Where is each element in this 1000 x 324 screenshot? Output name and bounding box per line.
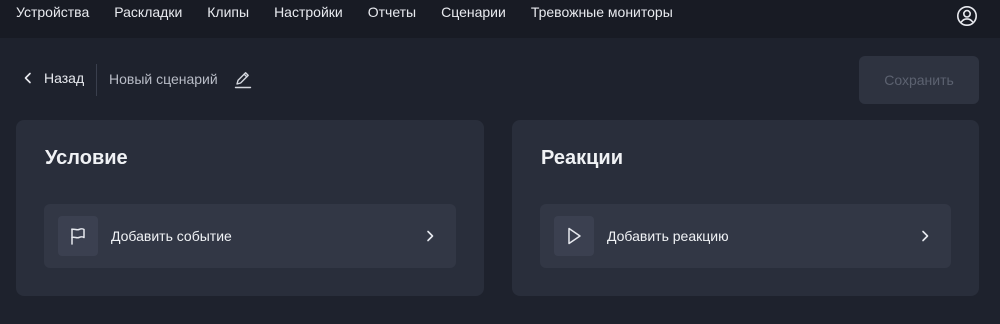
flag-icon [71,228,85,245]
back-button[interactable]: Назад [22,70,84,86]
condition-card: Условие Добавить событие [16,120,484,296]
add-reaction-label: Добавить реакцию [607,228,729,244]
nav-item-scenarios[interactable]: Сценарии [441,3,506,21]
flag-icon-box [58,216,98,256]
play-icon [568,227,581,245]
reactions-title: Реакции [541,147,623,169]
add-event-label: Добавить событие [111,228,232,244]
nav-item-alarm-monitors[interactable]: Тревожные мониторы [531,3,673,21]
nav-item-devices[interactable]: Устройства [16,3,89,21]
scenario-name: Новый сценарий [109,71,218,87]
top-navigation: Устройства Раскладки Клипы Настройки Отч… [0,0,1000,38]
nav-item-reports[interactable]: Отчеты [368,3,416,21]
toolbar-divider [96,64,97,96]
chevron-left-icon [24,72,31,84]
play-icon-box [554,216,594,256]
pencil-icon[interactable] [234,71,252,89]
chevron-right-icon [427,230,434,242]
chevron-right-icon [922,230,929,242]
user-circle-icon[interactable] [956,5,978,27]
add-reaction-button[interactable]: Добавить реакцию [540,204,951,268]
nav-item-layouts[interactable]: Раскладки [114,3,182,21]
back-label: Назад [44,70,85,86]
nav-item-settings[interactable]: Настройки [274,3,343,21]
nav-item-clips[interactable]: Клипы [207,3,249,21]
add-event-button[interactable]: Добавить событие [44,204,456,268]
save-button[interactable]: Сохранить [859,56,979,104]
condition-title: Условие [45,147,128,169]
reactions-card: Реакции Добавить реакцию [512,120,979,296]
